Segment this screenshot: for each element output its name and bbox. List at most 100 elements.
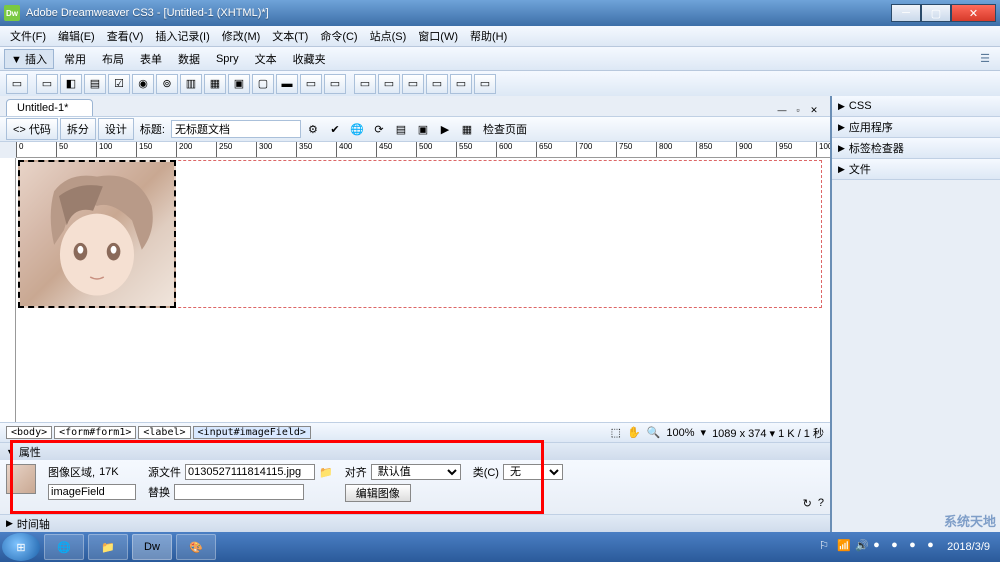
tool-form-icon[interactable]: ▭: [6, 74, 28, 94]
tray-app2-icon[interactable]: ●: [891, 539, 907, 555]
insert-tab-forms[interactable]: 表单: [132, 49, 170, 69]
start-button[interactable]: ⊞: [2, 533, 40, 561]
tool-textfield-icon[interactable]: ▭: [36, 74, 58, 94]
tool-spry5-icon[interactable]: ▭: [450, 74, 472, 94]
tag-form[interactable]: <form#form1>: [54, 426, 136, 439]
doc-close-icon[interactable]: ✕: [808, 104, 820, 116]
task-dreamweaver-icon[interactable]: Dw: [132, 534, 172, 560]
tool-list-icon[interactable]: ▥: [180, 74, 202, 94]
timeline-header[interactable]: ▶ 时间轴: [0, 514, 830, 532]
tool-radio-icon[interactable]: ◉: [132, 74, 154, 94]
insert-tab-spry[interactable]: Spry: [208, 51, 247, 67]
globe-icon[interactable]: 🌐: [347, 119, 367, 139]
insert-tab-data[interactable]: 数据: [170, 49, 208, 69]
help-icon[interactable]: ?: [818, 497, 824, 510]
tray-sound-icon[interactable]: 🔊: [855, 539, 871, 555]
panel-tag-inspector[interactable]: ▶标签检查器: [832, 138, 1000, 158]
zoom-level[interactable]: 100%: [666, 427, 694, 439]
select-tool-icon[interactable]: ⬚: [611, 426, 621, 439]
hand-tool-icon[interactable]: ✋: [627, 426, 641, 439]
insert-tab-common[interactable]: 常用: [56, 49, 94, 69]
selected-image-field[interactable]: [18, 160, 176, 308]
tag-input[interactable]: <input#imageField>: [193, 426, 311, 439]
image-id-input[interactable]: [48, 484, 136, 500]
tag-body[interactable]: <body>: [6, 426, 52, 439]
window-size[interactable]: 1089 x 374 ▾ 1 K / 1 秒: [712, 425, 824, 441]
document-tab[interactable]: Untitled-1*: [6, 99, 93, 116]
tray-network-icon[interactable]: 📶: [837, 539, 853, 555]
tray-app4-icon[interactable]: ●: [927, 539, 943, 555]
minimize-button[interactable]: ─: [891, 4, 921, 22]
tray-app1-icon[interactable]: ●: [873, 539, 889, 555]
insert-tab-layout[interactable]: 布局: [94, 49, 132, 69]
src-input[interactable]: [185, 464, 315, 480]
tool-hidden-icon[interactable]: ◧: [60, 74, 82, 94]
task-paint-icon[interactable]: 🎨: [176, 534, 216, 560]
view-code-button[interactable]: <> 代码: [6, 118, 58, 140]
tool-radiogroup-icon[interactable]: ⊚: [156, 74, 178, 94]
close-button[interactable]: ✕: [951, 4, 996, 22]
tool-button-icon[interactable]: ▬: [276, 74, 298, 94]
menu-site[interactable]: 站点(S): [364, 26, 413, 46]
visual-aids-icon[interactable]: ▶: [435, 119, 455, 139]
menu-window[interactable]: 窗口(W): [412, 26, 464, 46]
properties-header[interactable]: ▼ 属性: [0, 442, 830, 460]
menu-file[interactable]: 文件(F): [4, 26, 52, 46]
refresh-icon[interactable]: ⟳: [369, 119, 389, 139]
timeline-label: 时间轴: [17, 516, 50, 532]
tool-spry6-icon[interactable]: ▭: [474, 74, 496, 94]
design-canvas[interactable]: [16, 158, 830, 422]
browser-check-icon[interactable]: ⚙: [303, 119, 323, 139]
menu-view[interactable]: 查看(V): [101, 26, 150, 46]
view-split-button[interactable]: 拆分: [60, 118, 96, 140]
taskbar-date[interactable]: 2018/3/9: [947, 541, 990, 553]
align-select[interactable]: 默认值: [371, 464, 461, 480]
tool-spry4-icon[interactable]: ▭: [426, 74, 448, 94]
tool-jumpmenu-icon[interactable]: ▦: [204, 74, 226, 94]
class-select[interactable]: 无: [503, 464, 563, 480]
insert-bar-label[interactable]: ▼ 插入: [4, 49, 54, 69]
folder-icon[interactable]: 📁: [319, 466, 333, 479]
menu-help[interactable]: 帮助(H): [464, 26, 513, 46]
edit-image-button[interactable]: 编辑图像: [345, 484, 411, 502]
preview-icon[interactable]: ▣: [413, 119, 433, 139]
refresh-icon[interactable]: ↻: [803, 497, 812, 510]
view-design-button[interactable]: 设计: [98, 118, 134, 140]
tool-spry3-icon[interactable]: ▭: [402, 74, 424, 94]
title-input[interactable]: [171, 120, 301, 138]
menu-modify[interactable]: 修改(M): [216, 26, 267, 46]
insert-tab-text[interactable]: 文本: [247, 49, 285, 69]
tray-app3-icon[interactable]: ●: [909, 539, 925, 555]
insert-bar-handle[interactable]: ☰: [974, 52, 996, 65]
panel-app[interactable]: ▶应用程序: [832, 117, 1000, 137]
file-mgmt-icon[interactable]: ▤: [391, 119, 411, 139]
tool-textarea-icon[interactable]: ▤: [84, 74, 106, 94]
tool-spry2-icon[interactable]: ▭: [378, 74, 400, 94]
options-icon[interactable]: ▦: [457, 119, 477, 139]
task-ie-icon[interactable]: 🌐: [44, 534, 84, 560]
task-explorer-icon[interactable]: 📁: [88, 534, 128, 560]
tool-label-icon[interactable]: ▭: [300, 74, 322, 94]
doc-restore-icon[interactable]: ▫: [792, 104, 804, 116]
tool-spry1-icon[interactable]: ▭: [354, 74, 376, 94]
menu-text[interactable]: 文本(T): [266, 26, 314, 46]
check-page-label[interactable]: 检查页面: [479, 121, 531, 137]
chevron-down-icon[interactable]: ▾: [701, 426, 707, 439]
panel-css[interactable]: ▶CSS: [832, 96, 1000, 116]
menu-insert[interactable]: 插入记录(I): [149, 26, 215, 46]
insert-tab-fav[interactable]: 收藏夹: [285, 49, 334, 69]
tool-imagefield-icon[interactable]: ▣: [228, 74, 250, 94]
menu-edit[interactable]: 编辑(E): [52, 26, 101, 46]
menu-commands[interactable]: 命令(C): [314, 26, 363, 46]
tray-flag-icon[interactable]: ⚐: [819, 539, 835, 555]
tool-fieldset-icon[interactable]: ▭: [324, 74, 346, 94]
maximize-button[interactable]: ▢: [921, 4, 951, 22]
tag-label[interactable]: <label>: [138, 426, 190, 439]
alt-input[interactable]: [174, 484, 304, 500]
doc-minimize-icon[interactable]: —: [776, 104, 788, 116]
validate-icon[interactable]: ✔: [325, 119, 345, 139]
panel-files[interactable]: ▶文件: [832, 159, 1000, 179]
tool-filefield-icon[interactable]: ▢: [252, 74, 274, 94]
tool-checkbox-icon[interactable]: ☑: [108, 74, 130, 94]
zoom-tool-icon[interactable]: 🔍: [647, 426, 661, 439]
